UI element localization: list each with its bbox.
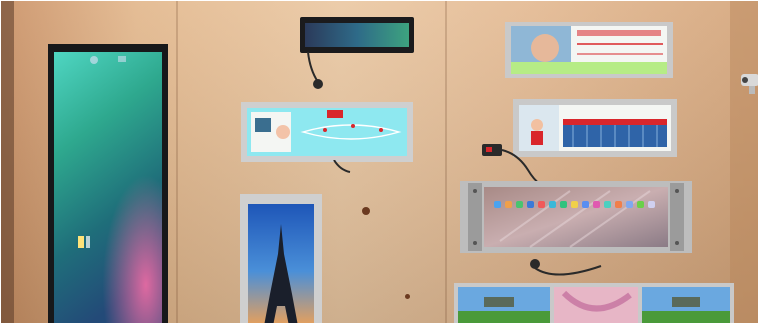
photo-frame	[0, 0, 759, 324]
photo-scene	[0, 0, 759, 324]
